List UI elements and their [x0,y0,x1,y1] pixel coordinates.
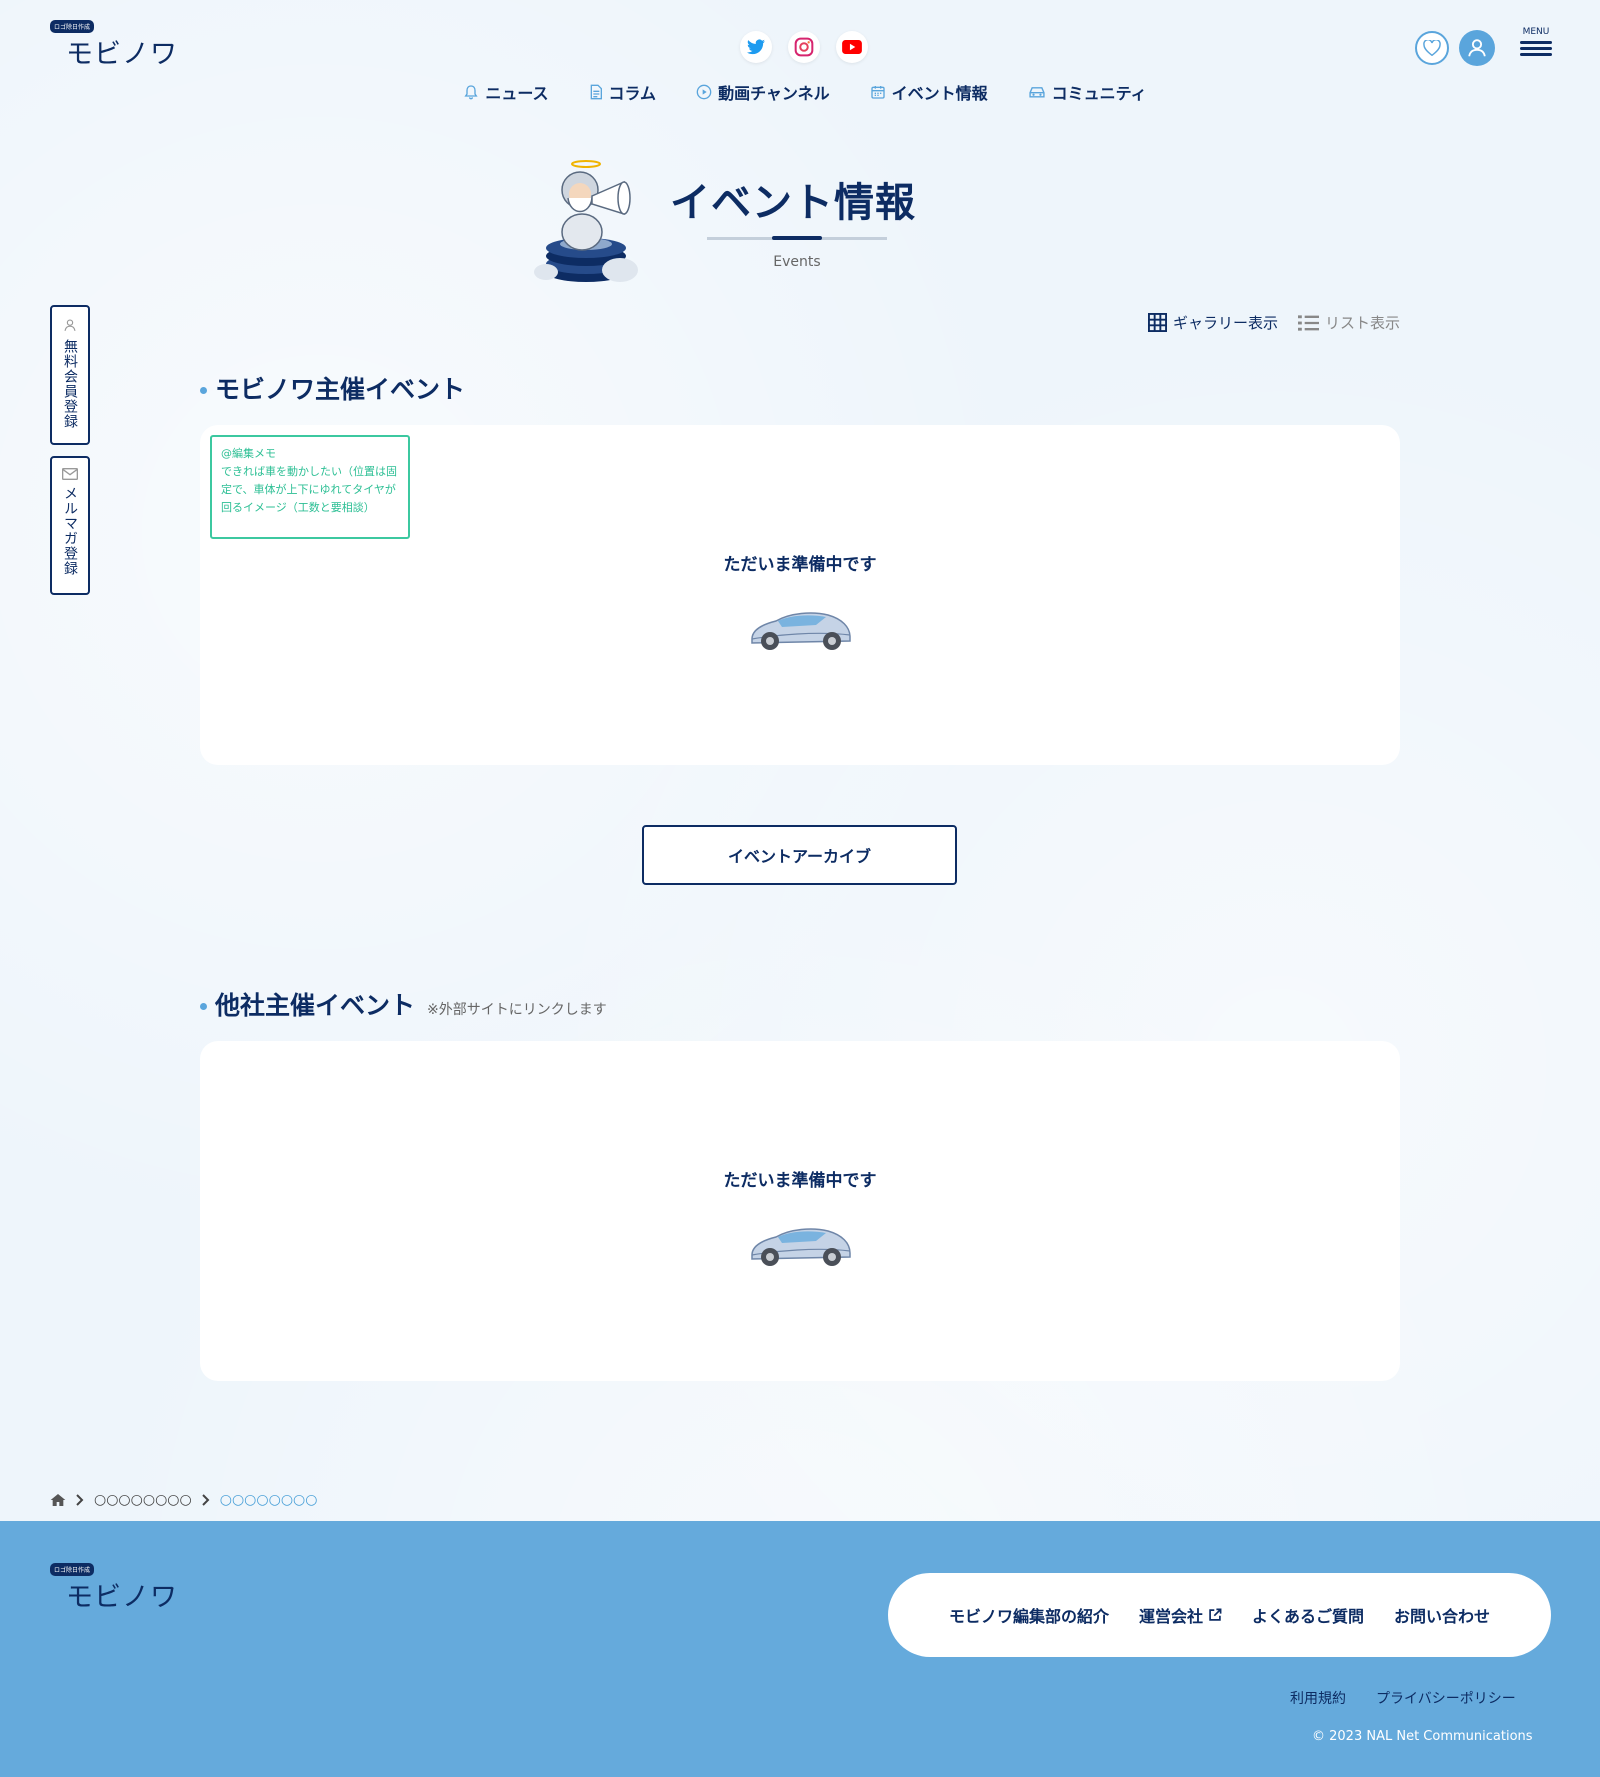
gallery-view-button[interactable]: ギャラリー表示 [1148,312,1278,333]
footer-link-company[interactable]: 運営会社 [1139,1603,1222,1627]
favorite-button[interactable] [1415,31,1449,65]
section-title: 他社主催イベント [200,986,415,1022]
footer-nav: モビノワ編集部の紹介 運営会社 よくあるご質問 お問い合わせ [888,1573,1551,1657]
external-events-panel: ただいま準備中です [200,1041,1400,1381]
view-toggle: ギャラリー表示 リスト表示 [1148,312,1400,333]
instagram-icon[interactable] [788,31,820,63]
youtube-icon[interactable] [836,31,868,63]
list-icon [1298,314,1320,331]
calendar-icon [870,86,885,99]
site-logo[interactable]: ロゴ除日作成 モビノワ [50,20,177,70]
nav-item-video[interactable]: 動画チャンネル [696,80,830,104]
site-footer: ロゴ除日作成 モビノワ モビノワ編集部の紹介 運営会社 よくあるご質問 お問い合… [0,1521,1600,1777]
event-archive-button[interactable]: イベントアーカイブ [642,825,957,885]
gallery-view-label: ギャラリー表示 [1173,314,1279,332]
memo-line: できれば車を動かしたい（位置は固 [221,465,397,478]
bullet-icon [200,387,207,394]
copyright: © 2023 NAL Net Communications [1312,1729,1533,1744]
list-view-button[interactable]: リスト表示 [1298,312,1400,333]
external-link-note: ※外部サイトにリンクします [427,1002,607,1018]
car-icon [1028,87,1045,98]
grid-icon [1148,313,1167,332]
chevron-right-icon [76,1494,84,1506]
nav-item-events[interactable]: イベント情報 [870,80,988,104]
footer-link-label: 運営会社 [1138,1607,1203,1626]
hamburger-icon [1520,41,1552,44]
side-tab-label: 無料会員登録 [62,339,78,429]
menu-button[interactable]: MENU [1518,27,1554,59]
section-title-text: 他社主催イベント [215,991,416,1020]
nav-label: コミュニティ [1051,84,1147,103]
nav-item-column[interactable]: コラム [589,80,657,104]
footer-legal-links: 利用規約 プライバシーポリシー [1290,1688,1516,1708]
header-actions [1415,30,1495,66]
bullet-icon [200,1003,207,1010]
external-link-icon [1209,1608,1222,1621]
account-button[interactable] [1459,30,1495,66]
user-icon [64,319,76,331]
main-nav: ニュース コラム 動画チャンネル イベント情報 コミュニティ [0,80,1600,104]
bell-icon [464,85,478,100]
twitter-icon[interactable] [740,31,772,63]
empty-message: ただいま準備中です [723,555,877,575]
empty-message: ただいま準備中です [723,1171,877,1191]
memo-line: 回るイメージ（工数と要相談） [221,501,375,514]
nav-label: イベント情報 [891,84,988,103]
chevron-right-icon [202,1494,210,1506]
section-title: モビノワ主催イベント [200,370,465,406]
terms-link[interactable]: 利用規約 [1290,1688,1346,1708]
breadcrumb-item[interactable]: ○○○○○○○○ [94,1492,192,1508]
page-title: イベント情報 [670,180,916,226]
social-links [740,31,868,63]
footer-link-faq[interactable]: よくあるご質問 [1252,1603,1364,1627]
privacy-link[interactable]: プライバシーポリシー [1376,1688,1516,1708]
section-hosted-header: モビノワ主催イベント [200,370,465,406]
section-title-text: モビノワ主催イベント [215,375,466,404]
nav-item-community[interactable]: コミュニティ [1028,80,1147,104]
section-external-header: 他社主催イベント ※外部サイトにリンクします [200,986,607,1022]
breadcrumb-current: ○○○○○○○○ [219,1492,318,1508]
footer-link-about[interactable]: モビノワ編集部の紹介 [949,1603,1109,1627]
document-icon [590,84,602,100]
mail-icon [62,468,78,480]
home-icon[interactable] [50,1493,66,1507]
menu-label: MENU [1522,27,1550,37]
side-tab-register[interactable]: 無料会員登録 [50,305,90,445]
user-icon [1468,39,1486,57]
list-view-label: リスト表示 [1325,314,1401,332]
logo-text: モビノワ [66,39,178,70]
title-underline-accent [772,236,822,240]
play-icon [696,84,712,100]
footer-link-contact[interactable]: お問い合わせ [1394,1603,1490,1627]
logo-text: モビノワ [66,1582,178,1613]
heart-icon [1423,40,1441,56]
nav-label: コラム [608,84,657,103]
side-tab-label: メルマガ登録 [62,486,78,576]
nav-item-news[interactable]: ニュース [463,80,549,104]
breadcrumb: ○○○○○○○○ ○○○○○○○○ [50,1492,317,1508]
editor-memo: @編集メモ できれば車を動かしたい（位置は固 定で、車体が上下にゆれてタイヤが … [210,435,410,539]
car-illustration [751,1228,851,1266]
memo-line: @編集メモ [221,447,276,460]
nav-label: 動画チャンネル [718,84,830,103]
memo-line: 定で、車体が上下にゆれてタイヤが [221,483,396,496]
car-illustration [751,612,851,650]
side-tab-newsletter[interactable]: メルマガ登録 [50,456,90,595]
nav-label: ニュース [485,84,549,103]
page-subtitle: Events [773,254,821,270]
footer-logo[interactable]: ロゴ除日作成 モビノワ [50,1563,177,1613]
